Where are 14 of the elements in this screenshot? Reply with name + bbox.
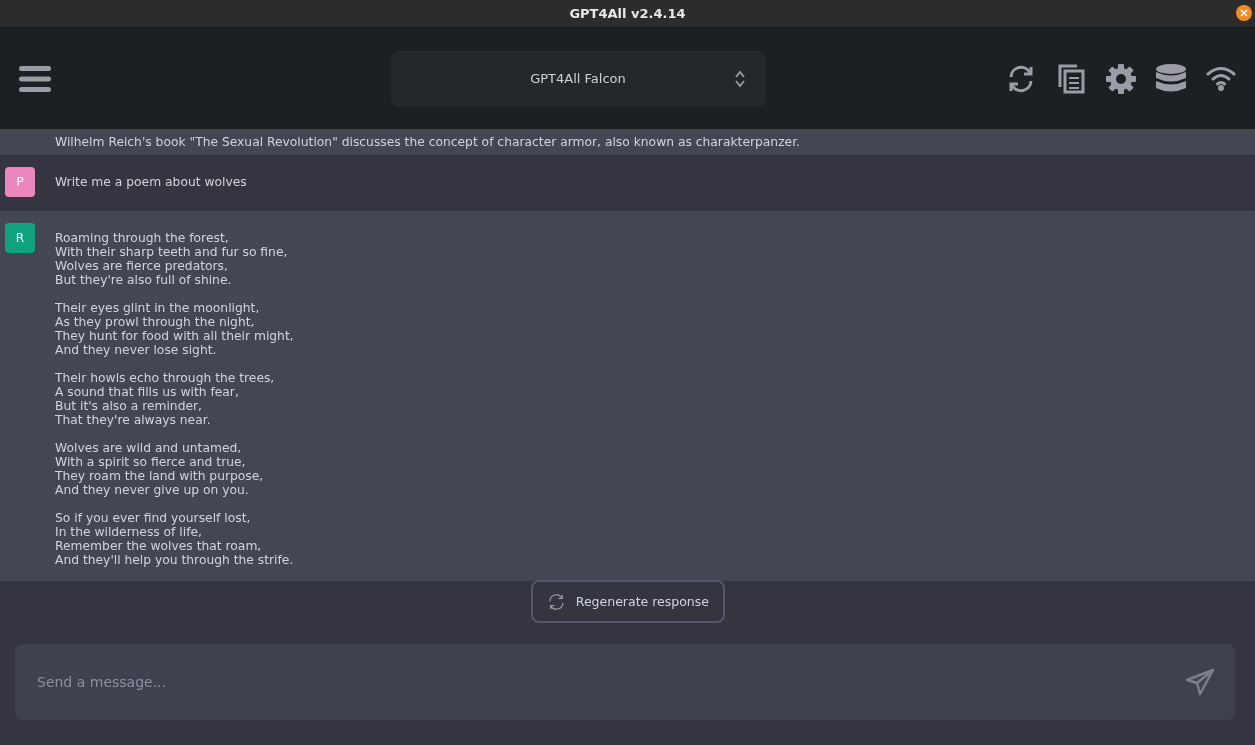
window-title: GPT4All v2.4.14 — [569, 6, 686, 21]
chevron-icon — [733, 69, 746, 88]
message-text: Wilhelm Reich's book "The Sexual Revolution" discusses the concept of character armor, also known as charakterpanzer. — [55, 135, 800, 149]
close-button[interactable] — [1236, 5, 1252, 21]
avatar: P — [5, 167, 35, 197]
message-text: Roaming through the forest, With their sharp teeth and fur so fine, Wolves are fierce predators, But they're also full of shine. Their eyes glint in the moonlight, As they prowl through the night, They hunt for food with all their might, And they never lose sight. Their howls echo through the trees, A sound that fills us with fear, But it's also a reminder, That they're always near. Wolves are wild and untamed, With a spirit so fierce and true, They roam the land with purpose, And they never give up on you. So if you ever find yourself lost, In the wilderness of life, Remember the wolves that roam, And they'll help you through the strife. — [55, 230, 294, 567]
message-text: Write me a poem about wolves — [55, 174, 247, 189]
close-icon — [1240, 9, 1248, 17]
model-select[interactable]: GPT4All Falcon — [390, 50, 766, 107]
send-icon[interactable] — [1185, 668, 1215, 696]
settings-icon[interactable] — [1105, 62, 1137, 95]
message-input[interactable]: Send a message... — [35, 673, 1185, 691]
regenerate-button[interactable]: Regenerate response — [531, 580, 725, 623]
avatar: R — [5, 223, 35, 253]
